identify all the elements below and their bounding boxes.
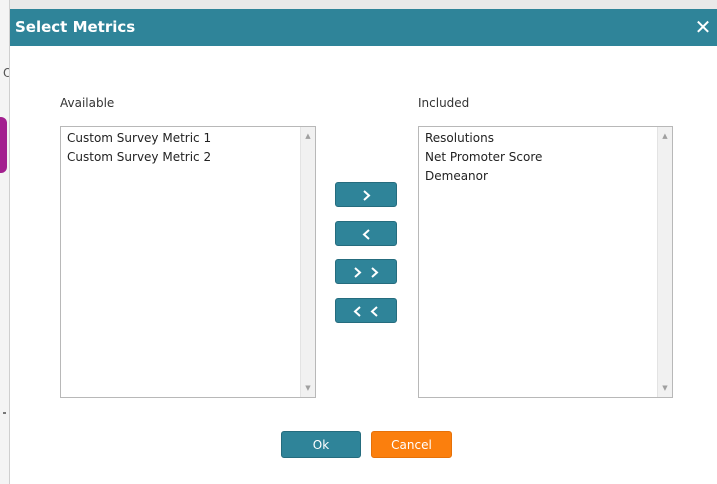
chevron-right-icon [363,190,371,201]
select-metrics-dialog: Select Metrics ✕ Available Included Cust… [9,0,717,484]
chevron-left-icon [362,229,370,240]
list-item[interactable]: Resolutions [425,129,672,148]
list-item[interactable]: Demeanor [425,167,672,186]
ok-button[interactable]: Ok [281,431,361,458]
list-item[interactable]: Net Promoter Score [425,148,672,167]
cancel-button[interactable]: Cancel [371,431,452,458]
dialog-top-strip [10,0,717,9]
available-scrollbar[interactable]: ▲ ▼ [300,127,315,397]
double-chevron-right-icon [354,267,379,278]
background-accent-tab [0,117,7,173]
add-selected-button[interactable] [335,182,397,207]
remove-selected-button[interactable] [335,221,397,246]
scroll-down-icon[interactable]: ▼ [658,381,672,395]
included-label: Included [418,96,470,110]
background-mark [3,412,6,414]
scroll-down-icon[interactable]: ▼ [301,381,315,395]
included-scrollbar[interactable]: ▲ ▼ [657,127,672,397]
close-icon[interactable]: ✕ [692,9,714,46]
double-chevron-left-icon [353,306,378,317]
scroll-up-icon[interactable]: ▲ [658,129,672,143]
included-list[interactable]: Resolutions Net Promoter Score Demeanor … [418,126,673,398]
dialog-titlebar[interactable]: Select Metrics ✕ [10,9,717,46]
available-list[interactable]: Custom Survey Metric 1 Custom Survey Met… [60,126,316,398]
add-all-button[interactable] [335,259,397,284]
remove-all-button[interactable] [335,298,397,323]
list-item[interactable]: Custom Survey Metric 2 [67,148,315,167]
list-item[interactable]: Custom Survey Metric 1 [67,129,315,148]
dialog-title: Select Metrics [15,18,136,36]
available-label: Available [60,96,115,110]
scroll-up-icon[interactable]: ▲ [301,129,315,143]
